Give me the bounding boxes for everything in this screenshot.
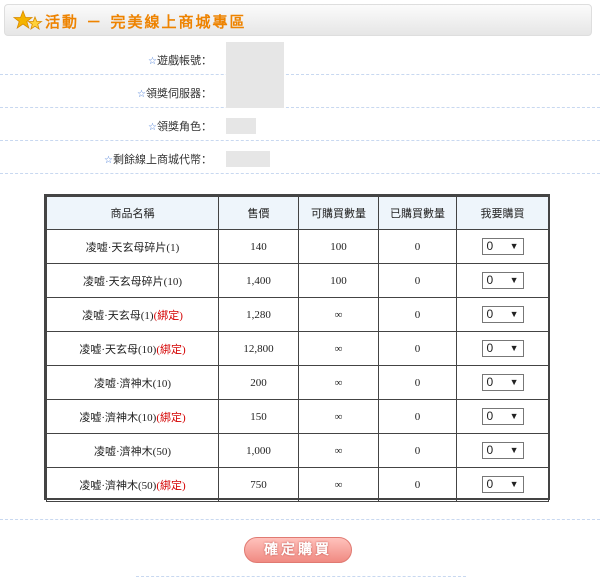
page-title: 活動 － 完美線上商城專區 (45, 13, 247, 31)
item-name: 凌嘘·濟神木(10) (46, 365, 219, 400)
page-header: 活動 － 完美線上商城專區 (4, 4, 592, 36)
points-value (226, 151, 270, 167)
quantity-select[interactable]: 0 ▼ (481, 374, 524, 391)
item-price: 200 (218, 365, 299, 400)
star-icon: ☆ (104, 155, 113, 166)
dropdown-arrow-icon: ▼ (509, 275, 519, 285)
item-price: 1,400 (218, 263, 299, 298)
table-row: 凌嘘·濟神木(50) 1,000 ∞ 0 0 ▼ (46, 433, 549, 468)
divider (0, 519, 600, 520)
item-name: 凌嘘·濟神木(50) (46, 433, 219, 468)
character-value (226, 118, 256, 134)
quantity-select[interactable]: 0 ▼ (481, 442, 524, 459)
item-name: 凌嘘·濟神木(10)(綁定) (46, 399, 219, 434)
item-bought: 0 (378, 263, 457, 298)
table-row: 凌嘘·天玄母(10)(綁定) 12,800 ∞ 0 0 ▼ (46, 331, 549, 366)
dropdown-arrow-icon: ▼ (509, 309, 519, 319)
quantity-select[interactable]: 0 ▼ (481, 476, 524, 493)
server-row: ☆領獎伺服器： (0, 75, 600, 108)
item-name: 凌嘘·天玄母(10)(綁定) (46, 331, 219, 366)
dropdown-arrow-icon: ▼ (509, 479, 519, 489)
item-limit: ∞ (298, 399, 379, 434)
divider (136, 576, 466, 577)
col-header-name: 商品名稱 (46, 196, 219, 230)
item-bought: 0 (378, 433, 457, 468)
character-label: ☆領獎角色： (148, 120, 212, 133)
account-label: ☆遊戲帳號： (148, 54, 212, 67)
bound-tag: (綁定) (156, 343, 186, 356)
item-name: 凌嘘·天玄母碎片(10) (46, 263, 219, 298)
col-header-limit: 可購買數量 (298, 196, 379, 230)
item-bought: 0 (378, 331, 457, 366)
quantity-select[interactable]: 0 ▼ (481, 340, 524, 357)
item-price: 140 (218, 229, 299, 264)
quantity-select[interactable]: 0 ▼ (481, 408, 524, 425)
star-icon: ☆ (148, 122, 157, 133)
dropdown-arrow-icon: ▼ (509, 411, 519, 421)
dropdown-arrow-icon: ▼ (509, 377, 519, 387)
server-label: ☆領獎伺服器： (137, 87, 212, 100)
quantity-select[interactable]: 0 ▼ (481, 306, 524, 323)
item-limit: ∞ (298, 331, 379, 366)
stars-icon (13, 9, 43, 30)
bound-tag: (綁定) (153, 309, 183, 322)
shop-table: 商品名稱 售價 可購買數量 已購買數量 我要購買 凌嘘·天玄母碎片(1) 140… (44, 194, 550, 502)
star-icon: ☆ (137, 89, 146, 100)
item-price: 1,280 (218, 297, 299, 332)
item-limit: ∞ (298, 433, 379, 468)
table-row: 凌嘘·天玄母碎片(10) 1,400 100 0 0 ▼ (46, 263, 549, 298)
item-price: 150 (218, 399, 299, 434)
table-header-row: 商品名稱 售價 可購買數量 已購買數量 我要購買 (46, 196, 549, 230)
item-name: 凌嘘·濟神木(50)(綁定) (46, 467, 219, 502)
col-header-bought: 已購買數量 (378, 196, 457, 230)
points-label: ☆剩餘線上商城代幣： (104, 153, 212, 166)
item-price: 750 (218, 467, 299, 502)
table-row: 凌嘘·濟神木(50)(綁定) 750 ∞ 0 0 ▼ (46, 467, 549, 502)
account-value (226, 42, 284, 75)
account-row: ☆遊戲帳號： (0, 42, 600, 75)
item-bought: 0 (378, 467, 457, 502)
col-header-price: 售價 (218, 196, 299, 230)
item-name: 凌嘘·天玄母碎片(1) (46, 229, 219, 264)
item-bought: 0 (378, 399, 457, 434)
item-limit: 100 (298, 229, 379, 264)
item-price: 1,000 (218, 433, 299, 468)
col-header-buy: 我要購買 (456, 196, 549, 230)
item-name: 凌嘘·天玄母(1)(綁定) (46, 297, 219, 332)
item-price: 12,800 (218, 331, 299, 366)
character-row: ☆領獎角色： (0, 108, 600, 141)
item-limit: ∞ (298, 467, 379, 502)
item-bought: 0 (378, 229, 457, 264)
server-value (226, 75, 284, 108)
table-row: 凌嘘·濟神木(10) 200 ∞ 0 0 ▼ (46, 365, 549, 400)
quantity-select[interactable]: 0 ▼ (481, 272, 524, 289)
item-limit: ∞ (298, 297, 379, 332)
bound-tag: (綁定) (156, 411, 186, 424)
dropdown-arrow-icon: ▼ (509, 241, 519, 251)
table-row: 凌嘘·天玄母(1)(綁定) 1,280 ∞ 0 0 ▼ (46, 297, 549, 332)
item-bought: 0 (378, 297, 457, 332)
item-limit: ∞ (298, 365, 379, 400)
table-row: 凌嘘·天玄母碎片(1) 140 100 0 0 ▼ (46, 229, 549, 264)
confirm-purchase-button[interactable]: 確定購買 (244, 537, 352, 563)
quantity-select[interactable]: 0 ▼ (481, 238, 524, 255)
dropdown-arrow-icon: ▼ (509, 343, 519, 353)
points-row: ☆剩餘線上商城代幣： (0, 141, 600, 174)
bound-tag: (綁定) (156, 479, 186, 492)
item-bought: 0 (378, 365, 457, 400)
item-limit: 100 (298, 263, 379, 298)
star-icon: ☆ (148, 56, 157, 67)
dropdown-arrow-icon: ▼ (509, 445, 519, 455)
table-row: 凌嘘·濟神木(10)(綁定) 150 ∞ 0 0 ▼ (46, 399, 549, 434)
